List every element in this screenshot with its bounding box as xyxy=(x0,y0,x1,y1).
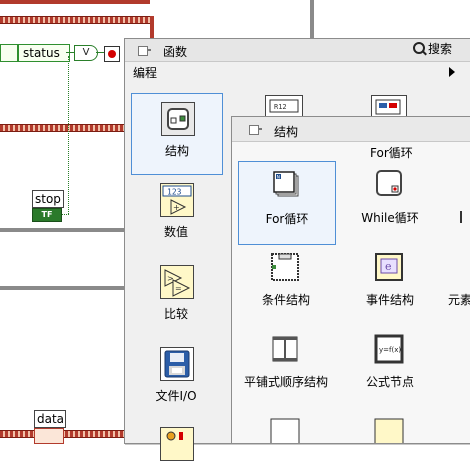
palette-item-comparison[interactable]: > = 比较 xyxy=(131,257,221,337)
status-unbundle-label[interactable]: status xyxy=(18,44,70,62)
dotted-wire[interactable] xyxy=(68,56,70,214)
pin-icon[interactable] xyxy=(248,123,262,135)
palette-item-file-io[interactable]: 文件I/O xyxy=(131,339,221,419)
while-loop-border[interactable] xyxy=(0,228,124,232)
struct-item-label: 事件结构 xyxy=(365,293,414,307)
structures-palette[interactable]: 结构 For循环 N For循环 While循环 条件结构 e 事件结构 平铺式… xyxy=(231,116,470,446)
svg-text:e: e xyxy=(385,260,392,273)
search-label: 搜索 xyxy=(427,42,452,56)
struct-item-label: While循环 xyxy=(361,211,419,225)
struct-item-label: 条件结构 xyxy=(261,293,310,307)
palette-item-label: 文件I/O xyxy=(155,389,197,403)
palette-item-structures[interactable]: 结构 xyxy=(131,93,223,175)
flat-sequence-icon xyxy=(269,333,301,365)
struct-item-while-loop[interactable]: While循环 xyxy=(342,161,438,243)
partial-struct-icon-left[interactable] xyxy=(269,415,301,446)
for-loop-icon: N xyxy=(270,168,302,200)
formula-node-icon: y=f(x) xyxy=(373,333,405,365)
struct-item-label: 公式节点 xyxy=(365,375,414,389)
error-wire-vertical[interactable] xyxy=(150,16,154,40)
loop-border-right[interactable] xyxy=(310,0,314,38)
error-cluster-wire[interactable] xyxy=(0,16,154,24)
status-tag[interactable] xyxy=(0,44,18,62)
svg-text:=: = xyxy=(175,284,182,293)
stop-indicator[interactable] xyxy=(104,46,120,62)
boolean-wire[interactable] xyxy=(96,52,104,53)
struct-item-flat-sequence[interactable]: 平铺式顺序结构 xyxy=(238,327,334,409)
edge-item-label: 元素 xyxy=(448,293,470,307)
category-programming[interactable]: 编程 xyxy=(133,64,157,81)
edge-item-label-dot xyxy=(460,211,462,223)
palette-item-label: 结构 xyxy=(164,144,189,158)
struct-item-label: 平铺式顺序结构 xyxy=(243,375,328,389)
event-structure-icon: e xyxy=(373,251,405,283)
svg-text:R12: R12 xyxy=(274,103,287,111)
partial-item-label: For循环 xyxy=(370,146,413,160)
error-cluster-wire-lower[interactable] xyxy=(0,124,124,132)
struct-item-case-structure[interactable]: 条件结构 xyxy=(238,245,334,327)
stop-control-terminal[interactable]: TF xyxy=(32,208,62,222)
or-node[interactable]: V xyxy=(74,45,98,61)
case-structure-icon xyxy=(269,251,301,283)
palette-item-label: 数值 xyxy=(163,225,188,239)
palette-title: 函数 xyxy=(163,45,188,59)
svg-text:y=f(x): y=f(x) xyxy=(379,346,401,354)
subpalette-header: 结构 xyxy=(232,117,470,142)
svg-text:123: 123 xyxy=(167,188,182,197)
palette-item-label: 比较 xyxy=(163,307,188,321)
error-wire-top[interactable] xyxy=(0,0,150,4)
file-io-icon xyxy=(160,347,194,381)
pin-icon[interactable] xyxy=(137,44,151,56)
struct-item-for-loop[interactable]: N For循环 xyxy=(238,161,336,245)
svg-text:+: + xyxy=(173,203,180,212)
palette-item-numeric[interactable]: 123 + 数值 xyxy=(131,175,221,255)
struct-item-formula-node[interactable]: y=f(x) 公式节点 xyxy=(342,327,438,409)
search-button[interactable]: 搜索 xyxy=(410,41,455,57)
comparison-icon: > = xyxy=(160,265,194,299)
partial-struct-icon-right[interactable] xyxy=(373,415,405,446)
chevron-right-icon[interactable] xyxy=(449,67,455,77)
palette-partial-icon[interactable] xyxy=(160,427,194,461)
structures-icon xyxy=(161,102,195,136)
data-label[interactable]: data xyxy=(34,410,66,428)
numeric-icon: 123 + xyxy=(160,183,194,217)
status-wire[interactable] xyxy=(66,52,74,53)
svg-text:N: N xyxy=(277,174,280,180)
while-loop-icon xyxy=(373,167,405,199)
search-icon xyxy=(412,42,425,54)
palette-header: 函数 搜索 xyxy=(125,39,470,62)
struct-item-label: For循环 xyxy=(265,212,309,226)
struct-item-event-structure[interactable]: e 事件结构 xyxy=(342,245,438,327)
subpalette-title: 结构 xyxy=(274,125,299,139)
stop-control-label[interactable]: stop xyxy=(32,190,64,208)
loop-border-lower[interactable] xyxy=(0,286,124,290)
